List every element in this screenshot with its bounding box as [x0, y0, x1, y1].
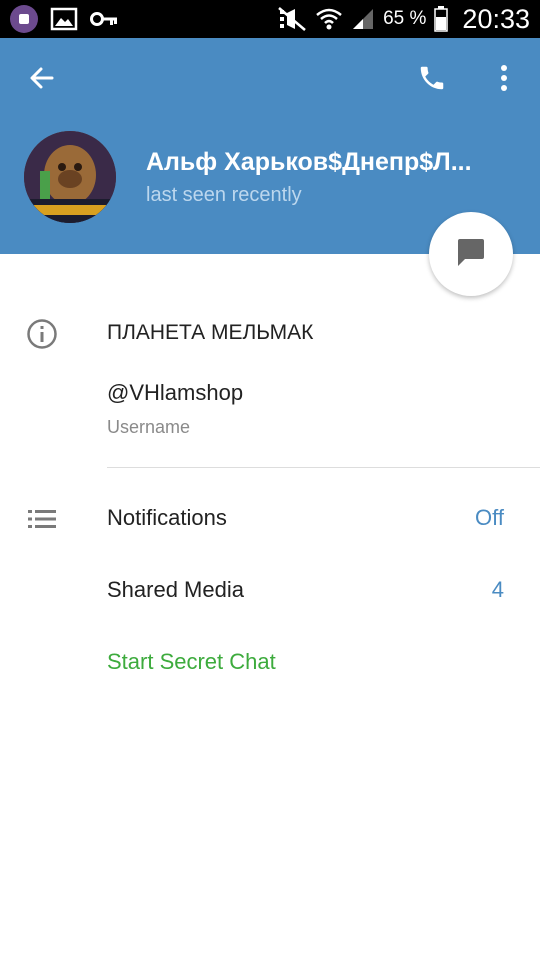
list-icon: [26, 505, 58, 533]
phone-icon: [417, 63, 447, 98]
more-options-button[interactable]: [480, 56, 528, 104]
back-button[interactable]: [18, 56, 66, 104]
more-vert-icon: [500, 64, 508, 97]
status-bar-right: 65 % 20:33: [277, 0, 530, 38]
viber-app-icon: [10, 5, 38, 33]
username-value[interactable]: @VHlamshop: [107, 380, 243, 406]
shared-media-count: 4: [491, 577, 504, 602]
clock: 20:33: [462, 3, 530, 34]
send-message-button[interactable]: [429, 212, 513, 296]
signal-icon: [351, 7, 375, 31]
notifications-value: Off: [475, 505, 504, 530]
call-button[interactable]: [408, 56, 456, 104]
battery-percent: 65 %: [383, 8, 427, 29]
message-icon: [455, 236, 487, 273]
status-bar-left: [10, 5, 118, 33]
back-arrow-icon: [28, 64, 56, 97]
key-icon: [90, 10, 118, 28]
shared-media-row[interactable]: Shared Media: [107, 577, 244, 603]
contact-name: Альф Харьков$Днепр$Л...: [146, 148, 472, 176]
divider: [107, 467, 540, 468]
last-seen-status: last seen recently: [146, 184, 302, 206]
username-label: Username: [107, 417, 191, 437]
wifi-icon: [315, 6, 343, 32]
bio-text: ПЛАНЕТА МЕЛЬМАК: [107, 321, 314, 344]
notifications-row[interactable]: Notifications: [107, 505, 227, 531]
avatar[interactable]: [24, 131, 116, 223]
status-bar: 65 % 20:33: [0, 0, 540, 38]
start-secret-chat-button[interactable]: Start Secret Chat: [107, 649, 276, 675]
battery-icon: [434, 6, 449, 32]
mute-icon: [277, 6, 307, 32]
gallery-icon: [50, 7, 78, 31]
info-icon: [26, 318, 58, 350]
